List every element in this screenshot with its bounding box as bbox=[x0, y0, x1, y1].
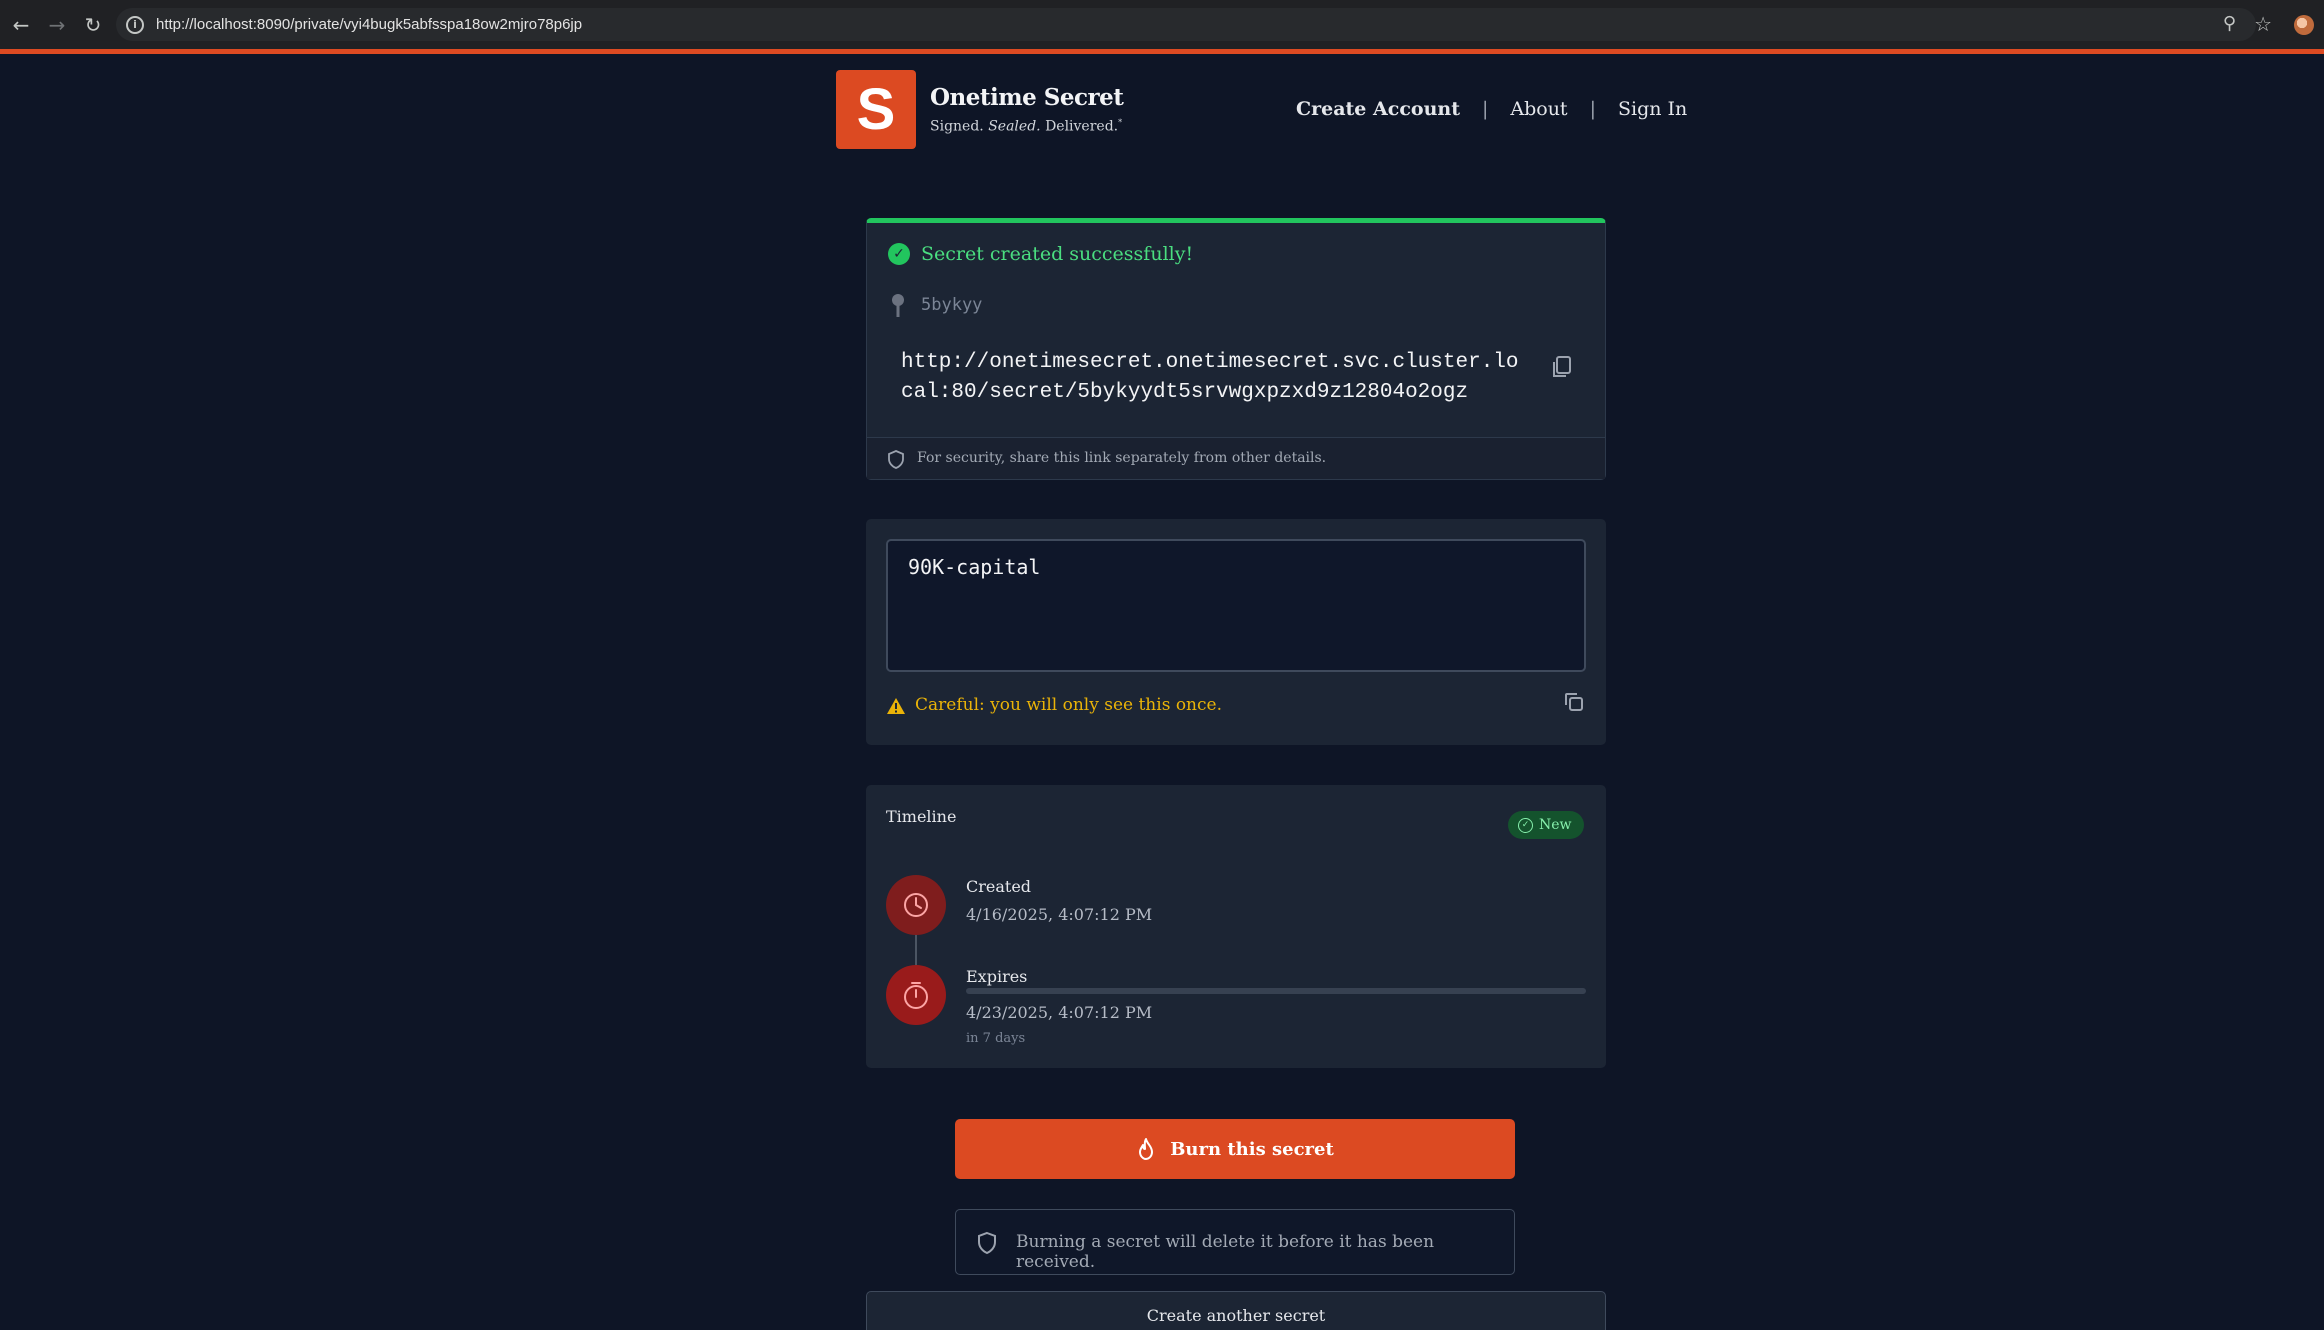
one-time-warning: Careful: you will only see this once. bbox=[915, 695, 1222, 715]
brand-tagline: Signed. Sealed. Delivered.* bbox=[930, 118, 1122, 135]
sign-in-link[interactable]: Sign In bbox=[1618, 98, 1687, 120]
key-icon bbox=[892, 294, 904, 317]
check-circle-icon: ✓ bbox=[1518, 817, 1533, 833]
url-text[interactable]: http://localhost:8090/private/vyi4bugk5a… bbox=[156, 16, 582, 33]
address-bar[interactable]: i http://localhost:8090/private/vyi4bugk… bbox=[116, 8, 2272, 41]
secret-link-card: ✓ Secret created successfully! 5bykyy ht… bbox=[866, 218, 1606, 480]
accent-bar bbox=[0, 49, 2324, 54]
secret-key: 5bykyy bbox=[921, 295, 983, 315]
logo-letter: S bbox=[856, 77, 896, 142]
security-note: For security, share this link separately… bbox=[917, 450, 1327, 466]
back-arrow-icon[interactable]: ← bbox=[6, 10, 36, 40]
success-message: Secret created successfully! bbox=[921, 243, 1194, 265]
check-circle-icon: ✓ bbox=[888, 243, 910, 265]
reload-icon[interactable]: ↻ bbox=[78, 10, 108, 40]
status-badge: ✓ New bbox=[1508, 811, 1584, 839]
warning-icon bbox=[887, 698, 905, 714]
burn-secret-button[interactable]: Burn this secret bbox=[955, 1119, 1515, 1179]
profile-avatar-icon[interactable] bbox=[2294, 15, 2314, 35]
brand-name[interactable]: Onetime Secret bbox=[930, 84, 1124, 111]
tagline-mark: * bbox=[1118, 118, 1123, 127]
timeline-connector bbox=[915, 930, 917, 970]
shield-icon bbox=[978, 1231, 996, 1255]
nav-separator: | bbox=[1589, 98, 1596, 120]
create-another-secret-button[interactable]: Create another secret bbox=[866, 1291, 1606, 1330]
secret-value[interactable]: 90K-capital bbox=[908, 555, 1040, 579]
create-account-link[interactable]: Create Account bbox=[1296, 98, 1460, 120]
secret-value-textarea[interactable]: 90K-capital bbox=[886, 539, 1586, 672]
created-date: 4/16/2025, 4:07:12 PM bbox=[966, 905, 1153, 924]
secret-value-card: 90K-capital Careful: you will only see t… bbox=[866, 519, 1606, 745]
tagline-delivered: Delivered. bbox=[1045, 118, 1119, 135]
tagline-sealed: Sealed. bbox=[988, 118, 1041, 135]
created-label: Created bbox=[966, 877, 1032, 896]
clock-icon bbox=[886, 875, 946, 935]
about-link[interactable]: About bbox=[1510, 98, 1567, 120]
top-nav: Create Account | About | Sign In bbox=[1296, 98, 1687, 120]
timeline-title: Timeline bbox=[886, 807, 957, 826]
burn-secret-label: Burn this secret bbox=[1170, 1138, 1334, 1160]
expires-label: Expires bbox=[966, 967, 1028, 986]
browser-toolbar: ← → ↻ i http://localhost:8090/private/vy… bbox=[0, 0, 2324, 49]
copy-icon[interactable] bbox=[1551, 355, 1573, 379]
expires-relative: in 7 days bbox=[966, 1031, 1026, 1046]
secret-link[interactable]: http://onetimesecret.onetimesecret.svc.c… bbox=[901, 348, 1521, 408]
copy-icon[interactable] bbox=[1563, 691, 1585, 713]
shield-icon bbox=[888, 450, 904, 469]
expires-date: 4/23/2025, 4:07:12 PM bbox=[966, 1003, 1153, 1022]
expiry-progress-bar bbox=[966, 988, 1586, 994]
status-badge-label: New bbox=[1539, 817, 1572, 833]
burn-info-text: Burning a secret will delete it before i… bbox=[1016, 1232, 1435, 1272]
timer-icon bbox=[886, 965, 946, 1025]
timeline-card: Timeline ✓ New Created 4/16/2025, 4:07:1… bbox=[866, 785, 1606, 1068]
security-note-bar: For security, share this link separately… bbox=[867, 437, 1605, 479]
tagline-signed: Signed. bbox=[930, 118, 984, 135]
site-info-icon[interactable]: i bbox=[126, 15, 144, 34]
bookmark-star-icon[interactable]: ☆ bbox=[2254, 12, 2272, 36]
logo-icon[interactable]: S bbox=[836, 70, 916, 149]
nav-separator: | bbox=[1481, 98, 1489, 120]
zoom-icon[interactable]: ⚲ bbox=[2223, 13, 2236, 34]
forward-arrow-icon[interactable]: → bbox=[42, 10, 72, 40]
flame-icon bbox=[1139, 1138, 1154, 1160]
burn-info-box: Burning a secret will delete it before i… bbox=[955, 1209, 1515, 1275]
